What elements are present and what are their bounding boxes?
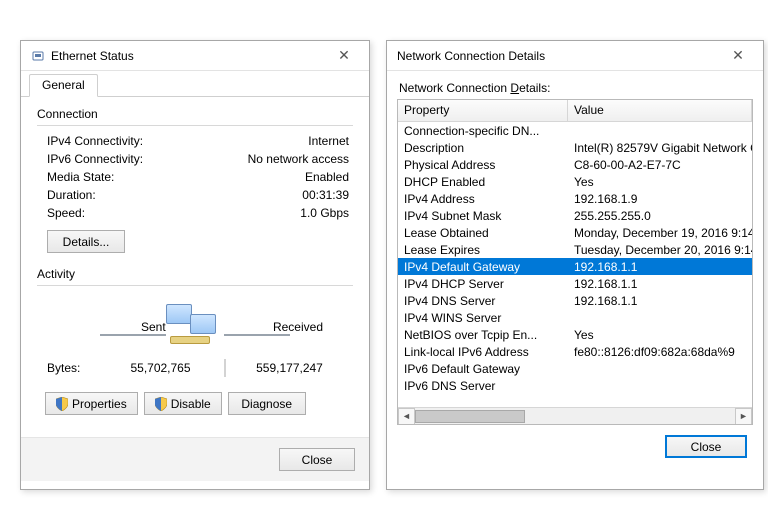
list-row[interactable]: IPv4 Address192.168.1.9: [398, 190, 752, 207]
details-list-label: Network Connection Details:: [399, 81, 751, 95]
listview-header[interactable]: Property Value: [398, 100, 752, 122]
tab-strip: General: [21, 71, 369, 97]
dialog-title: Ethernet Status: [51, 49, 325, 63]
duration-value: 00:31:39: [187, 188, 353, 202]
tab-general[interactable]: General: [29, 74, 98, 97]
list-cell-property: Lease Obtained: [398, 226, 568, 240]
ipv6-conn-label: IPv6 Connectivity:: [37, 152, 187, 166]
bytes-received-value: 559,177,247: [226, 361, 353, 375]
speed-label: Speed:: [37, 206, 187, 220]
list-cell-property: IPv4 Subnet Mask: [398, 209, 568, 223]
list-cell-value: Yes: [568, 175, 752, 189]
list-row[interactable]: Connection-specific DN...: [398, 122, 752, 139]
network-activity-icon: [160, 300, 230, 354]
list-row[interactable]: Lease ObtainedMonday, December 19, 2016 …: [398, 224, 752, 241]
list-cell-property: Lease Expires: [398, 243, 568, 257]
list-row[interactable]: IPv4 Subnet Mask255.255.255.0: [398, 207, 752, 224]
properties-button-label: Properties: [72, 397, 127, 411]
list-cell-value: 192.168.1.1: [568, 294, 752, 308]
list-cell-property: DHCP Enabled: [398, 175, 568, 189]
connection-heading: Connection: [37, 107, 353, 121]
list-row[interactable]: Lease ExpiresTuesday, December 20, 2016 …: [398, 241, 752, 258]
ethernet-status-dialog: Ethernet Status ✕ General Connection IPv…: [20, 40, 370, 490]
list-cell-value: 255.255.255.0: [568, 209, 752, 223]
list-cell-value: Intel(R) 82579V Gigabit Network Connect: [568, 141, 752, 155]
list-row[interactable]: DHCP EnabledYes: [398, 173, 752, 190]
media-state-label: Media State:: [37, 170, 187, 184]
list-cell-value: Yes: [568, 328, 752, 342]
titlebar[interactable]: Ethernet Status ✕: [21, 41, 369, 71]
close-button[interactable]: Close: [279, 448, 355, 471]
properties-button[interactable]: Properties: [45, 392, 138, 415]
list-cell-property: IPv4 Address: [398, 192, 568, 206]
diagnose-button[interactable]: Diagnose: [228, 392, 306, 415]
list-cell-value: 192.168.1.1: [568, 277, 752, 291]
ipv6-conn-value: No network access: [187, 152, 353, 166]
list-cell-property: IPv6 DNS Server: [398, 379, 568, 393]
list-cell-property: Connection-specific DN...: [398, 124, 568, 138]
media-state-value: Enabled: [187, 170, 353, 184]
list-cell-property: IPv4 Default Gateway: [398, 260, 568, 274]
list-cell-property: IPv6 Default Gateway: [398, 362, 568, 376]
scroll-left-button[interactable]: ◄: [398, 408, 415, 425]
list-row[interactable]: IPv4 DHCP Server192.168.1.1: [398, 275, 752, 292]
list-row[interactable]: IPv6 DNS Server: [398, 377, 752, 394]
bytes-sent-value: 55,702,765: [97, 361, 224, 375]
list-cell-property: NetBIOS over Tcpip En...: [398, 328, 568, 342]
titlebar[interactable]: Network Connection Details ✕: [387, 41, 763, 71]
duration-label: Duration:: [37, 188, 187, 202]
close-icon[interactable]: ✕: [325, 45, 363, 67]
list-cell-property: IPv4 WINS Server: [398, 311, 568, 325]
shield-icon: [56, 397, 68, 411]
list-cell-property: Description: [398, 141, 568, 155]
close-icon[interactable]: ✕: [719, 45, 757, 67]
list-cell-value: Monday, December 19, 2016 9:14:37 AM: [568, 226, 752, 240]
ipv4-conn-label: IPv4 Connectivity:: [37, 134, 187, 148]
horizontal-scrollbar[interactable]: ◄ ►: [398, 407, 752, 424]
network-connection-details-dialog: Network Connection Details ✕ Network Con…: [386, 40, 764, 490]
list-row[interactable]: IPv4 DNS Server192.168.1.1: [398, 292, 752, 309]
list-row[interactable]: NetBIOS over Tcpip En...Yes: [398, 326, 752, 343]
received-label: Received: [273, 320, 323, 334]
column-property[interactable]: Property: [398, 100, 568, 121]
speed-value: 1.0 Gbps: [187, 206, 353, 220]
list-row[interactable]: Link-local IPv6 Addressfe80::8126:df09:6…: [398, 343, 752, 360]
list-cell-value: C8-60-00-A2-E7-7C: [568, 158, 752, 172]
list-cell-property: Physical Address: [398, 158, 568, 172]
column-value[interactable]: Value: [568, 100, 752, 121]
scroll-thumb[interactable]: [415, 410, 525, 423]
list-row[interactable]: IPv6 Default Gateway: [398, 360, 752, 377]
list-cell-value: 192.168.1.1: [568, 260, 752, 274]
list-cell-property: Link-local IPv6 Address: [398, 345, 568, 359]
list-row[interactable]: DescriptionIntel(R) 82579V Gigabit Netwo…: [398, 139, 752, 156]
list-cell-value: fe80::8126:df09:682a:68da%9: [568, 345, 752, 359]
details-button[interactable]: Details...: [47, 230, 125, 253]
shield-icon: [155, 397, 167, 411]
bytes-label: Bytes:: [37, 361, 97, 375]
list-row[interactable]: Physical AddressC8-60-00-A2-E7-7C: [398, 156, 752, 173]
list-cell-property: IPv4 DNS Server: [398, 294, 568, 308]
activity-heading: Activity: [37, 267, 353, 281]
list-cell-value: 192.168.1.9: [568, 192, 752, 206]
dialog-title: Network Connection Details: [397, 49, 719, 63]
list-row[interactable]: IPv4 WINS Server: [398, 309, 752, 326]
scroll-right-button[interactable]: ►: [735, 408, 752, 425]
disable-button-label: Disable: [171, 397, 211, 411]
list-cell-value: Tuesday, December 20, 2016 9:14:37 AM: [568, 243, 752, 257]
close-button[interactable]: Close: [665, 435, 747, 458]
list-cell-property: IPv4 DHCP Server: [398, 277, 568, 291]
details-listview[interactable]: Property Value Connection-specific DN...…: [397, 99, 753, 425]
list-row[interactable]: IPv4 Default Gateway192.168.1.1: [398, 258, 752, 275]
ipv4-conn-value: Internet: [187, 134, 353, 148]
disable-button[interactable]: Disable: [144, 392, 222, 415]
scroll-track[interactable]: [415, 408, 735, 425]
ethernet-icon: [31, 49, 45, 63]
